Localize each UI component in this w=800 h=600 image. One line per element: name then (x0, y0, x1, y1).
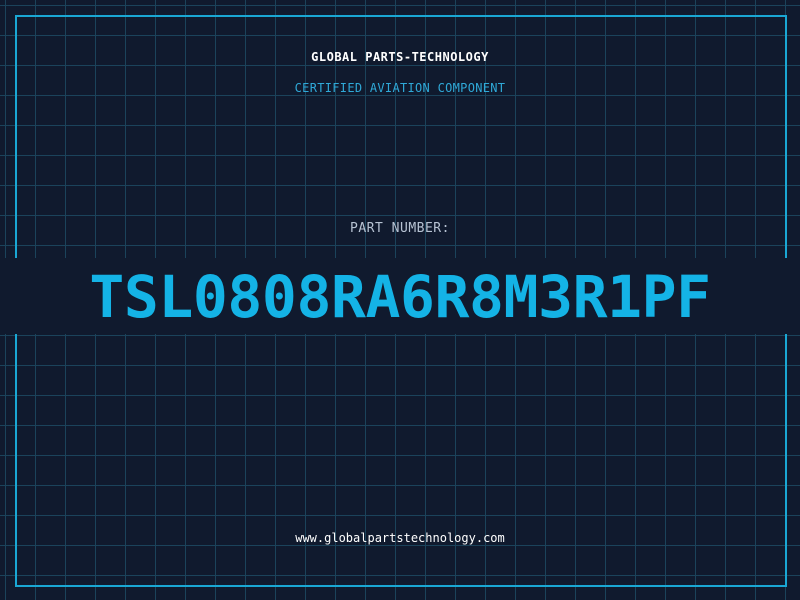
part-number-label: PART NUMBER: (350, 221, 450, 236)
part-number-value: TSL0808RA6R8M3R1PF (89, 263, 711, 331)
brand-subtitle: CERTIFIED AVIATION COMPONENT (294, 81, 506, 95)
brand-title: GLOBAL PARTS-TECHNOLOGY (311, 50, 489, 64)
website-url: www.globalpartstechnology.com (295, 531, 505, 545)
